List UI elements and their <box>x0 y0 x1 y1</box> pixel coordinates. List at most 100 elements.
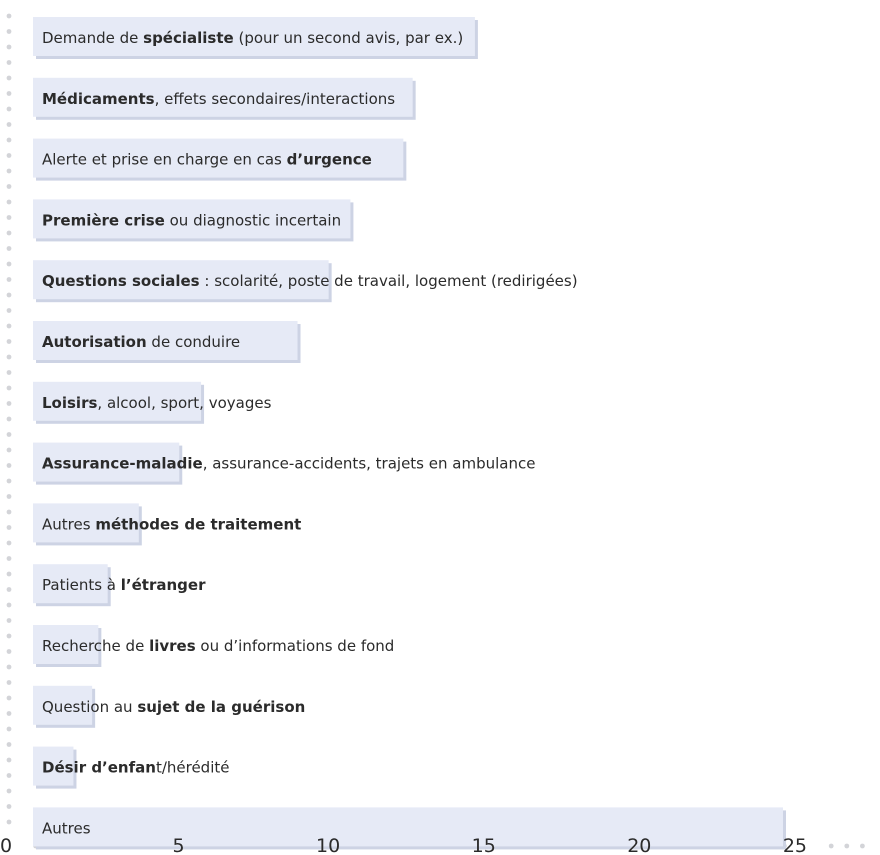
axis-dot <box>6 44 12 50</box>
axis-dot <box>844 843 850 849</box>
axis-dot <box>6 339 12 344</box>
bar-label-part: ou d’informations de fond <box>196 637 395 655</box>
axis-dot <box>860 843 865 849</box>
axis-dot <box>6 261 12 267</box>
bar-label-bold-part: Médicaments <box>42 90 155 108</box>
bars <box>33 17 786 850</box>
bar-label-bold-part: spécialiste <box>143 29 234 47</box>
axis-dot <box>6 75 12 81</box>
x-tick-label: 0 <box>0 835 12 855</box>
axis-dot <box>6 711 12 716</box>
axis-dot <box>6 509 12 515</box>
bar-label: Médicaments, effets secondaires/interact… <box>42 90 395 108</box>
bar-label: Alerte et prise en charge en cas d’urgen… <box>42 151 372 169</box>
bar-label: Autorisation de conduire <box>42 333 240 351</box>
bar-label-part: de conduire <box>147 333 240 351</box>
axis-dot <box>6 184 12 189</box>
axis-dot <box>6 447 12 453</box>
axis-dot <box>6 478 12 484</box>
axis-dot <box>6 122 12 127</box>
axis-dot <box>6 773 12 778</box>
axis-dot <box>6 277 12 282</box>
axis-dot <box>6 292 12 298</box>
bar-label-bold-part: Questions sociales <box>42 272 200 290</box>
bar-label-part: Patients à <box>42 576 121 594</box>
axis-dot <box>828 843 834 849</box>
x-tick-label: 20 <box>627 835 651 855</box>
axis-dot <box>6 385 12 391</box>
bar-label-bold-part: Désir d’enfan <box>42 759 156 777</box>
bar-label-bold-part: méthodes de traitement <box>95 515 301 533</box>
bar-label-part: ou diagnostic incertain <box>165 211 341 229</box>
bar-label-part: , assurance-accidents, trajets en ambula… <box>203 455 536 473</box>
bar-label: Assurance-maladie, assurance-accidents, … <box>42 455 535 473</box>
bar-label-part: Demande de <box>42 29 143 47</box>
bar-label-bold-part: Première crise <box>42 211 165 229</box>
axis-dot <box>6 29 12 34</box>
axis-dot <box>6 695 12 701</box>
bar-label-part: Autres <box>42 819 91 837</box>
bar-label: Demande de spécialiste (pour un second a… <box>42 29 463 47</box>
bar-label-bold-part: Autorisation <box>42 333 147 351</box>
bar <box>33 807 783 847</box>
axis-dot <box>6 199 12 205</box>
axis-dot <box>6 91 12 96</box>
axis-dot <box>6 494 12 499</box>
axis-dot <box>6 556 12 561</box>
bar-label-part: : scolarité, poste de travail, logement … <box>200 272 578 290</box>
axis-dot <box>6 649 12 654</box>
x-tick-label: 10 <box>316 835 340 855</box>
axis-dot <box>6 804 12 809</box>
x-tick-label: 25 <box>783 835 807 855</box>
bar-labels: Demande de spécialiste (pour un second a… <box>42 29 578 837</box>
axis-dot <box>6 323 12 329</box>
bar-label-bold-part: d’urgence <box>287 151 372 169</box>
axis-dot <box>6 215 12 220</box>
axis-dot <box>6 788 12 794</box>
axis-dot <box>6 463 12 468</box>
x-tick-label: 5 <box>173 835 185 855</box>
axis-dot <box>6 401 12 406</box>
bar-label-part: Question au <box>42 698 137 716</box>
bar-label-part: Alerte et prise en charge en cas <box>42 151 287 169</box>
axis-dot <box>6 819 12 825</box>
bar-label: Autres <box>42 819 91 837</box>
bar-label: Autres méthodes de traitement <box>42 515 301 533</box>
axis-dot <box>6 742 12 747</box>
axis-dot <box>6 726 12 732</box>
axis-dot <box>6 60 12 65</box>
bar-label-bold-part: sujet de la guérison <box>137 698 305 716</box>
bar-label: Désir d’enfant/hérédité <box>42 759 229 777</box>
x-tick-label: 15 <box>472 835 496 855</box>
bar-label: Patients à l’étranger <box>42 576 206 594</box>
axis-dot <box>6 664 12 670</box>
axis-dot <box>6 106 12 112</box>
axis-dot <box>6 680 12 685</box>
axis-dot <box>6 587 12 592</box>
axis-dot <box>6 757 12 763</box>
bar-label-bold-part: Loisirs <box>42 394 97 412</box>
bar-label-part: Recherche de <box>42 637 149 655</box>
bar-label-bold-part: livres <box>149 637 196 655</box>
axis-dot <box>6 246 12 251</box>
axis-dot <box>6 432 12 437</box>
axis-dot <box>6 153 12 158</box>
axis-dot <box>6 370 12 375</box>
axis-dot <box>6 137 12 143</box>
horizontal-bar-chart: Demande de spécialiste (pour un second a… <box>0 13 865 855</box>
axis-dot <box>6 618 12 623</box>
bar-label-part: t/hérédité <box>156 759 230 777</box>
bar-label-bold-part: l’étranger <box>121 576 206 594</box>
bar-label-part: , alcool, sport, voyages <box>97 394 271 412</box>
bar-label: Questions sociales : scolarité, poste de… <box>42 272 578 290</box>
bar-label: Recherche de livres ou d’informations de… <box>42 637 394 655</box>
axis-dot <box>6 168 12 174</box>
axis-dot <box>6 525 12 530</box>
bar-label: Question au sujet de la guérison <box>42 698 305 716</box>
bar-label: Première crise ou diagnostic incertain <box>42 211 341 229</box>
axis-dot <box>6 13 12 19</box>
axis-dot <box>6 633 12 639</box>
bar-label-part: Autres <box>42 515 95 533</box>
bar-label-bold-part: Assurance-maladie <box>42 455 203 473</box>
axis-dot <box>6 602 12 608</box>
